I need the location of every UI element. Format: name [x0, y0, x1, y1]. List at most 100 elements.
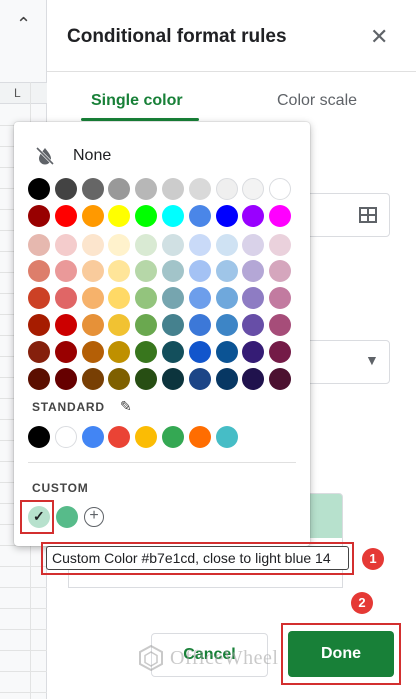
- palette-swatch[interactable]: [215, 178, 238, 200]
- palette-swatch[interactable]: [135, 367, 158, 390]
- palette-swatch[interactable]: [269, 204, 292, 227]
- standard-swatch[interactable]: [108, 426, 131, 448]
- palette-swatch[interactable]: [162, 367, 184, 390]
- palette-swatch[interactable]: [242, 287, 265, 310]
- palette-swatch[interactable]: [81, 233, 104, 256]
- palette-swatch[interactable]: [242, 178, 265, 200]
- palette-swatch[interactable]: [81, 260, 104, 283]
- palette-swatch[interactable]: [188, 287, 211, 310]
- close-icon[interactable]: ✕: [370, 26, 388, 48]
- palette-swatch[interactable]: [215, 260, 238, 283]
- palette-swatch[interactable]: [135, 340, 158, 363]
- palette-swatch[interactable]: [28, 204, 50, 227]
- palette-swatch[interactable]: [188, 367, 211, 390]
- chevron-up-icon[interactable]: ⌃: [16, 14, 31, 35]
- palette-swatch[interactable]: [188, 340, 211, 363]
- palette-swatch[interactable]: [135, 260, 158, 283]
- palette-swatch[interactable]: [215, 314, 238, 336]
- palette-swatch[interactable]: [28, 287, 50, 310]
- standard-swatch[interactable]: [215, 426, 238, 448]
- palette-swatch[interactable]: [108, 367, 131, 390]
- standard-swatch[interactable]: [28, 426, 50, 448]
- tab-single-color[interactable]: Single color: [91, 92, 183, 110]
- palette-swatch[interactable]: [108, 204, 131, 227]
- palette-swatch[interactable]: [188, 233, 211, 256]
- palette-swatch[interactable]: [81, 178, 104, 200]
- palette-swatch[interactable]: [28, 178, 50, 200]
- palette-swatch[interactable]: [28, 314, 50, 336]
- palette-swatch[interactable]: [108, 233, 131, 256]
- select-range-icon[interactable]: [359, 207, 377, 223]
- palette-swatch[interactable]: [162, 233, 184, 256]
- palette-swatch[interactable]: [54, 178, 77, 200]
- palette-swatch[interactable]: [188, 314, 211, 336]
- palette-swatch[interactable]: [162, 314, 184, 336]
- palette-swatch[interactable]: [162, 287, 184, 310]
- palette-swatch[interactable]: [242, 260, 265, 283]
- palette-swatch[interactable]: [108, 314, 131, 336]
- palette-swatch[interactable]: [108, 178, 131, 200]
- palette-swatch[interactable]: [269, 178, 292, 200]
- palette-swatch[interactable]: [188, 178, 211, 200]
- palette-swatch[interactable]: [242, 367, 265, 390]
- palette-swatch[interactable]: [54, 260, 77, 283]
- edit-pencil-icon[interactable]: ✎: [120, 398, 132, 415]
- palette-swatch[interactable]: [215, 233, 238, 256]
- palette-swatch[interactable]: [162, 178, 184, 200]
- palette-swatch[interactable]: [135, 233, 158, 256]
- palette-swatch[interactable]: [135, 204, 158, 227]
- palette-swatch[interactable]: [162, 204, 184, 227]
- palette-swatch[interactable]: [269, 367, 292, 390]
- custom-swatch[interactable]: [56, 506, 78, 528]
- palette-swatch[interactable]: [28, 233, 50, 256]
- palette-swatch[interactable]: [162, 340, 184, 363]
- palette-swatch[interactable]: [54, 233, 77, 256]
- palette-swatch[interactable]: [269, 287, 292, 310]
- palette-swatch[interactable]: [188, 204, 211, 227]
- standard-swatch[interactable]: [54, 426, 77, 448]
- palette-swatch[interactable]: [54, 367, 77, 390]
- palette-swatch[interactable]: [162, 260, 184, 283]
- palette-swatch[interactable]: [28, 340, 50, 363]
- palette-swatch[interactable]: [81, 314, 104, 336]
- add-custom-color-icon[interactable]: +: [84, 507, 104, 527]
- standard-swatch[interactable]: [162, 426, 184, 448]
- palette-swatch[interactable]: [108, 287, 131, 310]
- none-option[interactable]: None: [34, 144, 111, 168]
- palette-swatch[interactable]: [28, 260, 50, 283]
- palette-swatch[interactable]: [28, 367, 50, 390]
- standard-swatch[interactable]: [135, 426, 158, 448]
- row-gridline: [0, 650, 47, 651]
- palette-swatch[interactable]: [269, 233, 292, 256]
- tab-color-scale[interactable]: Color scale: [277, 92, 357, 110]
- palette-swatch[interactable]: [108, 260, 131, 283]
- palette-swatch[interactable]: [242, 314, 265, 336]
- palette-swatch[interactable]: [135, 314, 158, 336]
- palette-swatch[interactable]: [269, 260, 292, 283]
- palette-swatch[interactable]: [54, 314, 77, 336]
- palette-swatch[interactable]: [81, 340, 104, 363]
- palette-swatch[interactable]: [54, 204, 77, 227]
- palette-swatch[interactable]: [81, 204, 104, 227]
- palette-swatch[interactable]: [135, 178, 158, 200]
- palette-swatch[interactable]: [242, 204, 265, 227]
- palette-swatch[interactable]: [242, 340, 265, 363]
- palette-swatch[interactable]: [215, 287, 238, 310]
- palette-swatch[interactable]: [269, 340, 292, 363]
- palette-swatch[interactable]: [242, 233, 265, 256]
- palette-swatch[interactable]: [54, 340, 77, 363]
- palette-swatch[interactable]: [108, 340, 131, 363]
- palette-swatch[interactable]: [135, 287, 158, 310]
- palette-swatch[interactable]: [215, 340, 238, 363]
- standard-swatch[interactable]: [188, 426, 211, 448]
- palette-swatch[interactable]: [81, 367, 104, 390]
- palette-swatch[interactable]: [215, 204, 238, 227]
- palette-swatch[interactable]: [269, 314, 292, 336]
- standard-swatch[interactable]: [81, 426, 104, 448]
- palette-swatch[interactable]: [188, 260, 211, 283]
- column-label[interactable]: L: [14, 86, 21, 100]
- caret-down-icon[interactable]: ▼: [365, 352, 379, 368]
- palette-swatch[interactable]: [81, 287, 104, 310]
- palette-swatch[interactable]: [215, 367, 238, 390]
- palette-swatch[interactable]: [54, 287, 77, 310]
